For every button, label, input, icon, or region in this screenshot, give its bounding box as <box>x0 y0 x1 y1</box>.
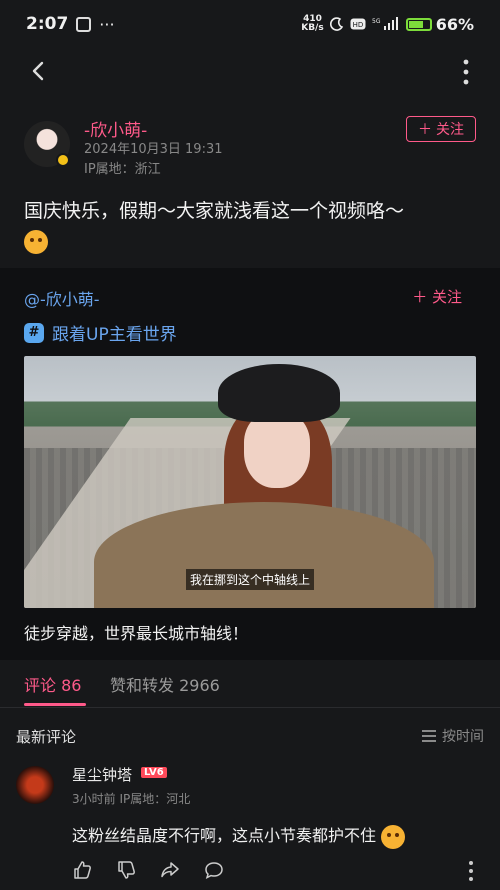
plus-icon: ＋ <box>412 288 432 306</box>
emoji-icon <box>381 824 406 849</box>
post-time: 2024年10月3日 19:31 <box>84 142 223 157</box>
comment-actions <box>72 860 484 882</box>
comment-item: 星尘钟塔 LV6 3小时前 IP属地：河北 这粉丝结晶度不行啊，这点小节奏都护不… <box>16 762 484 882</box>
signal-icon: 5G <box>372 17 398 30</box>
hashtag-icon: # <box>24 322 44 343</box>
comment-text: 这粉丝结晶度不行啊，这点小节奏都护不住 <box>72 822 406 849</box>
tab-active-indicator <box>24 703 86 706</box>
tab-comments[interactable]: 评论 86 <box>24 672 81 696</box>
more-options-icon[interactable] <box>462 58 470 86</box>
repost-user[interactable]: @-欣小萌- <box>24 286 100 310</box>
moon-icon <box>329 17 343 31</box>
more-notifications-icon: ··· <box>99 14 115 34</box>
post-text: 国庆快乐，假期～大家就浅看这一个视频咯～ <box>24 196 476 256</box>
like-icon[interactable] <box>72 860 92 880</box>
commenter-avatar[interactable] <box>16 766 54 804</box>
comment-meta: 3小时前 IP属地：河北 <box>72 792 191 806</box>
sort-button[interactable]: 按时间 <box>422 726 484 746</box>
plus-icon: ＋ <box>418 122 432 138</box>
verified-badge-icon <box>56 153 70 167</box>
battery-icon <box>405 17 432 31</box>
svg-text:HD: HD <box>352 21 363 29</box>
status-bar: 2:07 ··· 410 KB/s HD 5G 66% <box>0 0 500 48</box>
commenter-name[interactable]: 星尘钟塔 <box>72 764 132 785</box>
video-subtitle: 我在挪到这个中轴线上 <box>186 569 315 590</box>
battery: 66% <box>405 15 474 34</box>
dog-emoji-icon <box>24 229 48 254</box>
comments-title: 最新评论 <box>16 728 77 746</box>
back-icon[interactable] <box>28 60 50 82</box>
comment-more-icon[interactable] <box>468 860 474 882</box>
tab-likes-reposts[interactable]: 赞和转发 2966 <box>110 672 220 696</box>
repost-card[interactable]: @-欣小萌- ＋ 关注 # 跟着UP主看世界 我在挪到这个中轴线上 徒步穿越，世… <box>0 268 500 660</box>
follow-button[interactable]: ＋ 关注 <box>406 116 476 142</box>
video-caption: 徒步穿越，世界最长城市轴线！ <box>24 624 249 643</box>
level-badge: LV6 <box>141 767 167 778</box>
post-author: -欣小萌- 2024年10月3日 19:31 IP属地：浙江 ＋ 关注 <box>24 116 476 180</box>
network-speed: 410 KB/s <box>301 14 324 33</box>
post-ip-location: IP属地：浙江 <box>84 162 161 177</box>
comment-tabs: 评论 86 赞和转发 2966 <box>0 660 500 708</box>
status-time: 2:07 <box>26 14 69 34</box>
dislike-icon[interactable] <box>116 860 136 880</box>
comments-header: 最新评论 按时间 <box>16 726 484 748</box>
topic-tag[interactable]: # 跟着UP主看世界 <box>24 320 177 345</box>
hd-icon: HD <box>350 18 366 30</box>
share-icon[interactable] <box>160 860 180 880</box>
video-thumbnail[interactable]: 我在挪到这个中轴线上 <box>24 356 476 608</box>
notification-icon <box>76 16 92 32</box>
svg-text:5G: 5G <box>372 18 381 25</box>
sort-icon <box>422 730 436 742</box>
repost-follow-button[interactable]: ＋ 关注 <box>412 286 462 307</box>
nav-bar <box>0 50 500 94</box>
reply-icon[interactable] <box>204 860 224 880</box>
